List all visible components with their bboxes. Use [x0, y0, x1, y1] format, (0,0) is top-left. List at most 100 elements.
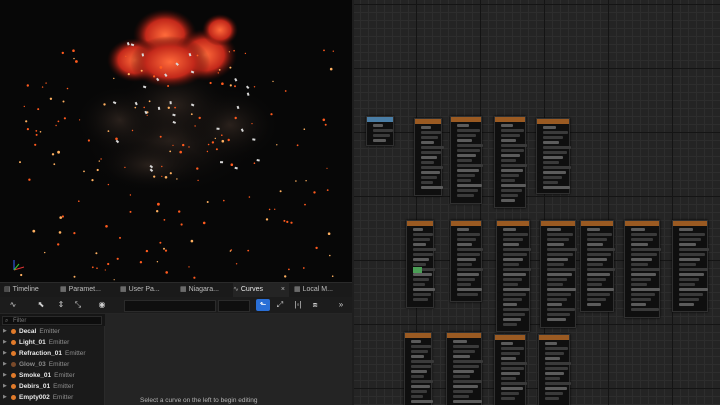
local-modules-icon: ▦ [294, 286, 301, 293]
expand-arrow-icon[interactable]: ▶ [3, 392, 7, 403]
graph-node[interactable] [538, 334, 572, 405]
graph-node[interactable] [446, 332, 483, 405]
node-pin-row [503, 273, 527, 276]
node-pin-row [457, 288, 483, 291]
node-pin-row [503, 248, 532, 251]
tab-local-modules[interactable]: ▦ Local M... [294, 283, 350, 297]
node-pin-row [543, 161, 559, 164]
select-tool-button[interactable]: ⬑ [256, 299, 270, 311]
ember [83, 170, 85, 173]
list-item[interactable]: ▶ Light_01 Emitter [0, 337, 104, 348]
tab-user-parameters[interactable]: ▦ User Pa... [120, 283, 174, 297]
expand-arrow-icon[interactable]: ▶ [3, 370, 7, 381]
graph-node[interactable] [494, 116, 528, 208]
node-pin-row [501, 179, 516, 182]
ember [72, 49, 75, 52]
more-options-icon[interactable]: » [335, 299, 347, 311]
niagara-icon: ▦ [180, 286, 187, 293]
time-input[interactable] [124, 300, 216, 312]
graph-node[interactable] [580, 220, 616, 312]
ember [163, 219, 166, 221]
color-swatch [413, 267, 422, 273]
fit-tool-icon[interactable]: ⤡ [73, 299, 83, 311]
pan-tool-icon[interactable]: ⇕ [56, 299, 66, 311]
node-pin-row [413, 233, 434, 236]
expand-arrow-icon[interactable]: ▶ [3, 337, 7, 348]
transform-tool-icon[interactable]: ⤢ [274, 299, 286, 311]
list-item[interactable]: ▶ Empty002 Emitter [0, 392, 104, 403]
ember [163, 247, 165, 250]
ember [174, 106, 177, 109]
ember [44, 251, 46, 254]
pointer-tool-icon[interactable]: ⬉ [36, 299, 46, 311]
node-pin-row [373, 124, 384, 127]
graph-node[interactable] [406, 220, 436, 308]
ember [221, 82, 224, 85]
tab-parameters[interactable]: ▦ Paramet... [60, 283, 114, 297]
node-pin-row [453, 400, 482, 403]
graph-node[interactable] [414, 118, 444, 196]
curves-icon: ∿ [233, 286, 239, 293]
debris-chunk [219, 161, 224, 164]
tab-curves[interactable]: ∿ Curves × [233, 283, 289, 297]
node-pin-row [547, 293, 572, 296]
ember [169, 172, 172, 175]
graph-node[interactable] [450, 220, 484, 302]
filter-input[interactable]: ⌕ Filter [2, 316, 102, 325]
retime-tool-icon[interactable]: ⧈ [309, 299, 321, 311]
graph-node[interactable] [496, 220, 532, 332]
node-pin-row [587, 298, 606, 301]
curve-editor-area[interactable] [105, 314, 352, 405]
node-pin-row [503, 303, 518, 306]
graph-node[interactable] [366, 116, 394, 146]
node-pin-row [413, 253, 433, 256]
graph-node[interactable] [450, 116, 484, 204]
graph-node[interactable] [540, 220, 577, 328]
expand-arrow-icon[interactable]: ▶ [3, 326, 7, 337]
curve-mode-dropdown[interactable]: ∿ [4, 299, 22, 311]
ember [207, 143, 210, 146]
tab-niagara[interactable]: ▦ Niagara... [180, 283, 230, 297]
node-pin-row [373, 134, 390, 137]
value-input[interactable] [218, 300, 250, 312]
ember [302, 267, 305, 269]
normalize-tool-icon[interactable]: |◦| [292, 299, 304, 311]
list-item[interactable]: ▶ Debirs_01 Emitter [0, 381, 104, 392]
ember [295, 180, 297, 182]
expand-arrow-icon[interactable]: ▶ [3, 381, 7, 392]
node-pin-row [373, 129, 394, 132]
expand-arrow-icon[interactable]: ▶ [3, 359, 7, 370]
node-pin-row [547, 243, 565, 246]
graph-node[interactable] [404, 332, 434, 405]
list-item[interactable]: ▶ Glow_03 Emitter [0, 359, 104, 370]
tab-timeline[interactable]: ▤ Timeline [4, 283, 54, 297]
expand-arrow-icon[interactable]: ▶ [3, 348, 7, 359]
visibility-dropdown-icon[interactable]: ◉ [93, 299, 111, 311]
close-tab-icon[interactable]: × [281, 283, 285, 297]
graph-node[interactable] [672, 220, 709, 312]
graph-node[interactable] [624, 220, 661, 318]
preview-viewport[interactable] [0, 0, 352, 282]
node-pin-row [545, 342, 557, 345]
node-graph[interactable] [354, 0, 720, 405]
graph-node[interactable] [536, 118, 572, 194]
node-pin-row [453, 350, 475, 353]
node-pin-row [413, 273, 432, 276]
node-pin-row [547, 263, 564, 266]
node-pin-row [501, 174, 519, 177]
list-item[interactable]: ▶ Smoke_01 Emitter [0, 370, 104, 381]
node-pin-row [457, 144, 484, 147]
node-pin-row [421, 151, 441, 154]
node-pin-row [457, 253, 480, 256]
node-pin-row [587, 258, 607, 261]
node-pin-row [543, 141, 560, 144]
node-pin-row [501, 387, 523, 390]
graph-node[interactable] [494, 334, 528, 405]
node-pin-row [631, 293, 656, 296]
ember [248, 196, 251, 198]
list-item[interactable]: ▶ Refraction_01 Emitter [0, 348, 104, 359]
node-pin-row [679, 273, 704, 276]
list-item[interactable]: ▶ Decal Emitter [0, 326, 104, 337]
ember [233, 49, 235, 52]
ember [188, 266, 190, 268]
